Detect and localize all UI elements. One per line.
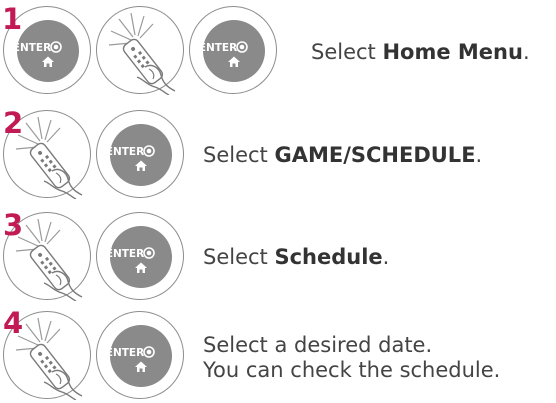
enter-home-button-icon <box>105 123 173 187</box>
menu-name: Home Menu <box>382 40 523 64</box>
step-4: 4 Select a desired date. You can check t… <box>0 306 556 403</box>
menu-name: Schedule <box>274 245 383 269</box>
enter-button-illustration <box>96 212 184 300</box>
step-instruction: Select Schedule. <box>203 245 390 269</box>
enter-button-illustration <box>96 110 184 198</box>
enter-button-illustration <box>189 6 277 94</box>
enter-home-button-icon <box>105 225 173 289</box>
step-number: 1 <box>2 2 23 36</box>
menu-name: GAME/SCHEDULE <box>274 143 476 167</box>
enter-button-illustration <box>96 311 184 399</box>
step-instruction: Select GAME/SCHEDULE. <box>203 143 483 167</box>
step-instruction: Select a desired date. You can check the… <box>203 333 501 382</box>
step-1: 1 Select Home Menu. <box>0 0 556 100</box>
remote-press-illustration <box>96 6 184 95</box>
step-instruction: Select Home Menu. <box>311 40 530 64</box>
enter-home-button-icon <box>198 19 266 83</box>
enter-home-button-icon <box>105 324 173 388</box>
step-2: 2 Select GAME/SCHEDULE. <box>0 106 556 206</box>
step-3: 3 Select Schedule. <box>0 208 556 308</box>
step-number: 3 <box>3 208 24 242</box>
step-instruction-line-2: You can check the schedule. <box>203 358 501 382</box>
step-number: 4 <box>3 306 24 340</box>
remote-control-icon <box>108 12 176 95</box>
step-number: 2 <box>3 106 24 140</box>
